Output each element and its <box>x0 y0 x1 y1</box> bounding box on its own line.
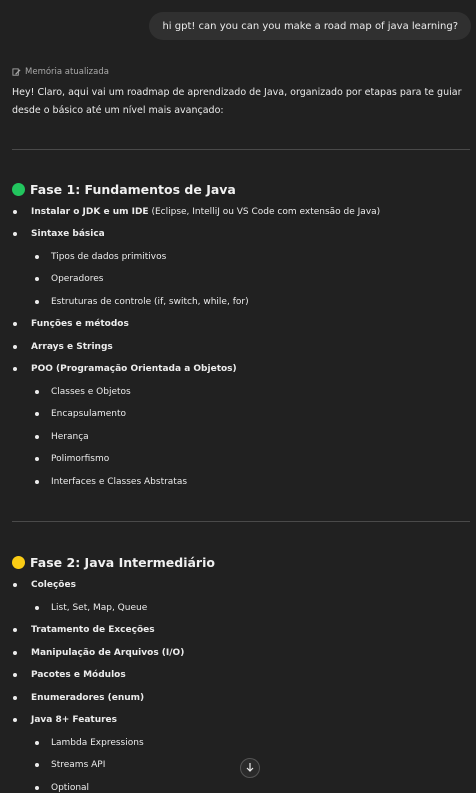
item-text: Estruturas de controle (if, switch, whil… <box>51 297 249 307</box>
list-item: Estruturas de controle (if, switch, whil… <box>35 297 249 307</box>
list-item: List, Set, Map, Queue <box>35 603 147 613</box>
list-item: Sintaxe básica <box>13 229 105 239</box>
bullet-icon <box>35 435 39 439</box>
bullet-icon <box>35 277 39 281</box>
phase1-title: Fase 1: Fundamentos de Java <box>12 182 236 197</box>
list-item: Tipos de dados primitivos <box>35 252 166 262</box>
bullet-icon <box>13 210 17 214</box>
item-text: Encapsulamento <box>51 409 127 419</box>
bullet-icon <box>13 673 17 677</box>
list-item: Pacotes e Módulos <box>13 670 126 680</box>
green-circle-icon <box>12 183 25 196</box>
bullet-icon <box>13 696 17 700</box>
bullet-icon <box>35 390 39 394</box>
phase2-title: Fase 2: Java Intermediário <box>12 555 215 570</box>
list-item: Coleções <box>13 580 76 590</box>
list-item: Arrays e Strings <box>13 342 113 352</box>
bullet-icon <box>35 763 39 767</box>
phase1-title-text: Fase 1: Fundamentos de Java <box>30 182 236 197</box>
item-text: List, Set, Map, Queue <box>51 603 148 613</box>
bullet-icon <box>13 367 17 371</box>
list-item: Manipulação de Arquivos (I/O) <box>13 648 184 658</box>
list-item: Java 8+ Features <box>13 715 117 725</box>
item-text: Herança <box>51 432 89 442</box>
list-item: Tratamento de Exceções <box>13 625 155 635</box>
item-text: Classes e Objetos <box>51 387 131 397</box>
list-item: Streams API <box>35 760 105 770</box>
divider <box>12 521 470 522</box>
user-message-text: hi gpt! can you can you make a road map … <box>162 20 458 32</box>
arrow-down-icon <box>245 762 255 775</box>
bullet-icon <box>35 786 39 790</box>
item-text: Arrays e Strings <box>31 342 113 352</box>
item-text: Tipos de dados primitivos <box>51 252 167 262</box>
list-item: Polimorfismo <box>35 454 109 464</box>
bullet-icon <box>35 606 39 610</box>
item-bold: Instalar o JDK e um IDE <box>31 207 149 217</box>
list-item: Enumeradores (enum) <box>13 693 144 703</box>
pencil-icon <box>12 67 21 77</box>
item-text: Streams API <box>51 760 106 770</box>
phase2-title-text: Fase 2: Java Intermediário <box>30 555 215 570</box>
item-text: Java 8+ Features <box>31 715 118 725</box>
memory-updated-indicator[interactable]: Memória atualizada <box>12 67 109 77</box>
bullet-icon <box>35 300 39 304</box>
bullet-icon <box>13 322 17 326</box>
list-item: POO (Programação Orientada a Objetos) <box>13 364 237 374</box>
list-item: Operadores <box>35 274 104 284</box>
item-text: Operadores <box>51 274 104 284</box>
item-text: Coleções <box>31 580 76 590</box>
list-item: Instalar o JDK e um IDE (Eclipse, Intell… <box>13 207 380 217</box>
list-item: Herança <box>35 432 89 442</box>
memory-label: Memória atualizada <box>25 67 109 77</box>
item-text: Funções e métodos <box>31 319 129 329</box>
item-text: POO (Programação Orientada a Objetos) <box>31 364 237 374</box>
user-message-bubble: hi gpt! can you can you make a road map … <box>149 12 471 40</box>
bullet-icon <box>35 255 39 259</box>
scroll-to-bottom-button[interactable] <box>240 758 260 778</box>
divider <box>12 149 470 150</box>
bullet-icon <box>13 651 17 655</box>
bullet-icon <box>13 345 17 349</box>
item-rest: (Eclipse, IntelliJ ou VS Code com extens… <box>148 207 381 217</box>
bullet-icon <box>13 232 17 236</box>
item-text: Lambda Expressions <box>51 738 144 748</box>
bullet-icon <box>35 412 39 416</box>
item-text: Tratamento de Exceções <box>31 625 155 635</box>
list-item: Lambda Expressions <box>35 738 144 748</box>
assistant-intro: Hey! Claro, aqui vai um roadmap de apren… <box>12 87 462 116</box>
bullet-icon <box>35 741 39 745</box>
list-item: Funções e métodos <box>13 319 129 329</box>
bullet-icon <box>35 480 39 484</box>
item-text: Manipulação de Arquivos (I/O) <box>31 648 185 658</box>
list-item: Classes e Objetos <box>35 387 131 397</box>
item-text: Interfaces e Classes Abstratas <box>51 477 188 487</box>
yellow-circle-icon <box>12 556 25 569</box>
list-item: Interfaces e Classes Abstratas <box>35 477 187 487</box>
bullet-icon <box>35 457 39 461</box>
bullet-icon <box>13 628 17 632</box>
list-item: Encapsulamento <box>35 409 126 419</box>
bullet-icon <box>13 583 17 587</box>
item-text: Sintaxe básica <box>31 229 105 239</box>
item-text: Enumeradores (enum) <box>31 693 145 703</box>
item-text: Pacotes e Módulos <box>31 670 126 680</box>
bullet-icon <box>13 718 17 722</box>
item-text: Polimorfismo <box>51 454 110 464</box>
